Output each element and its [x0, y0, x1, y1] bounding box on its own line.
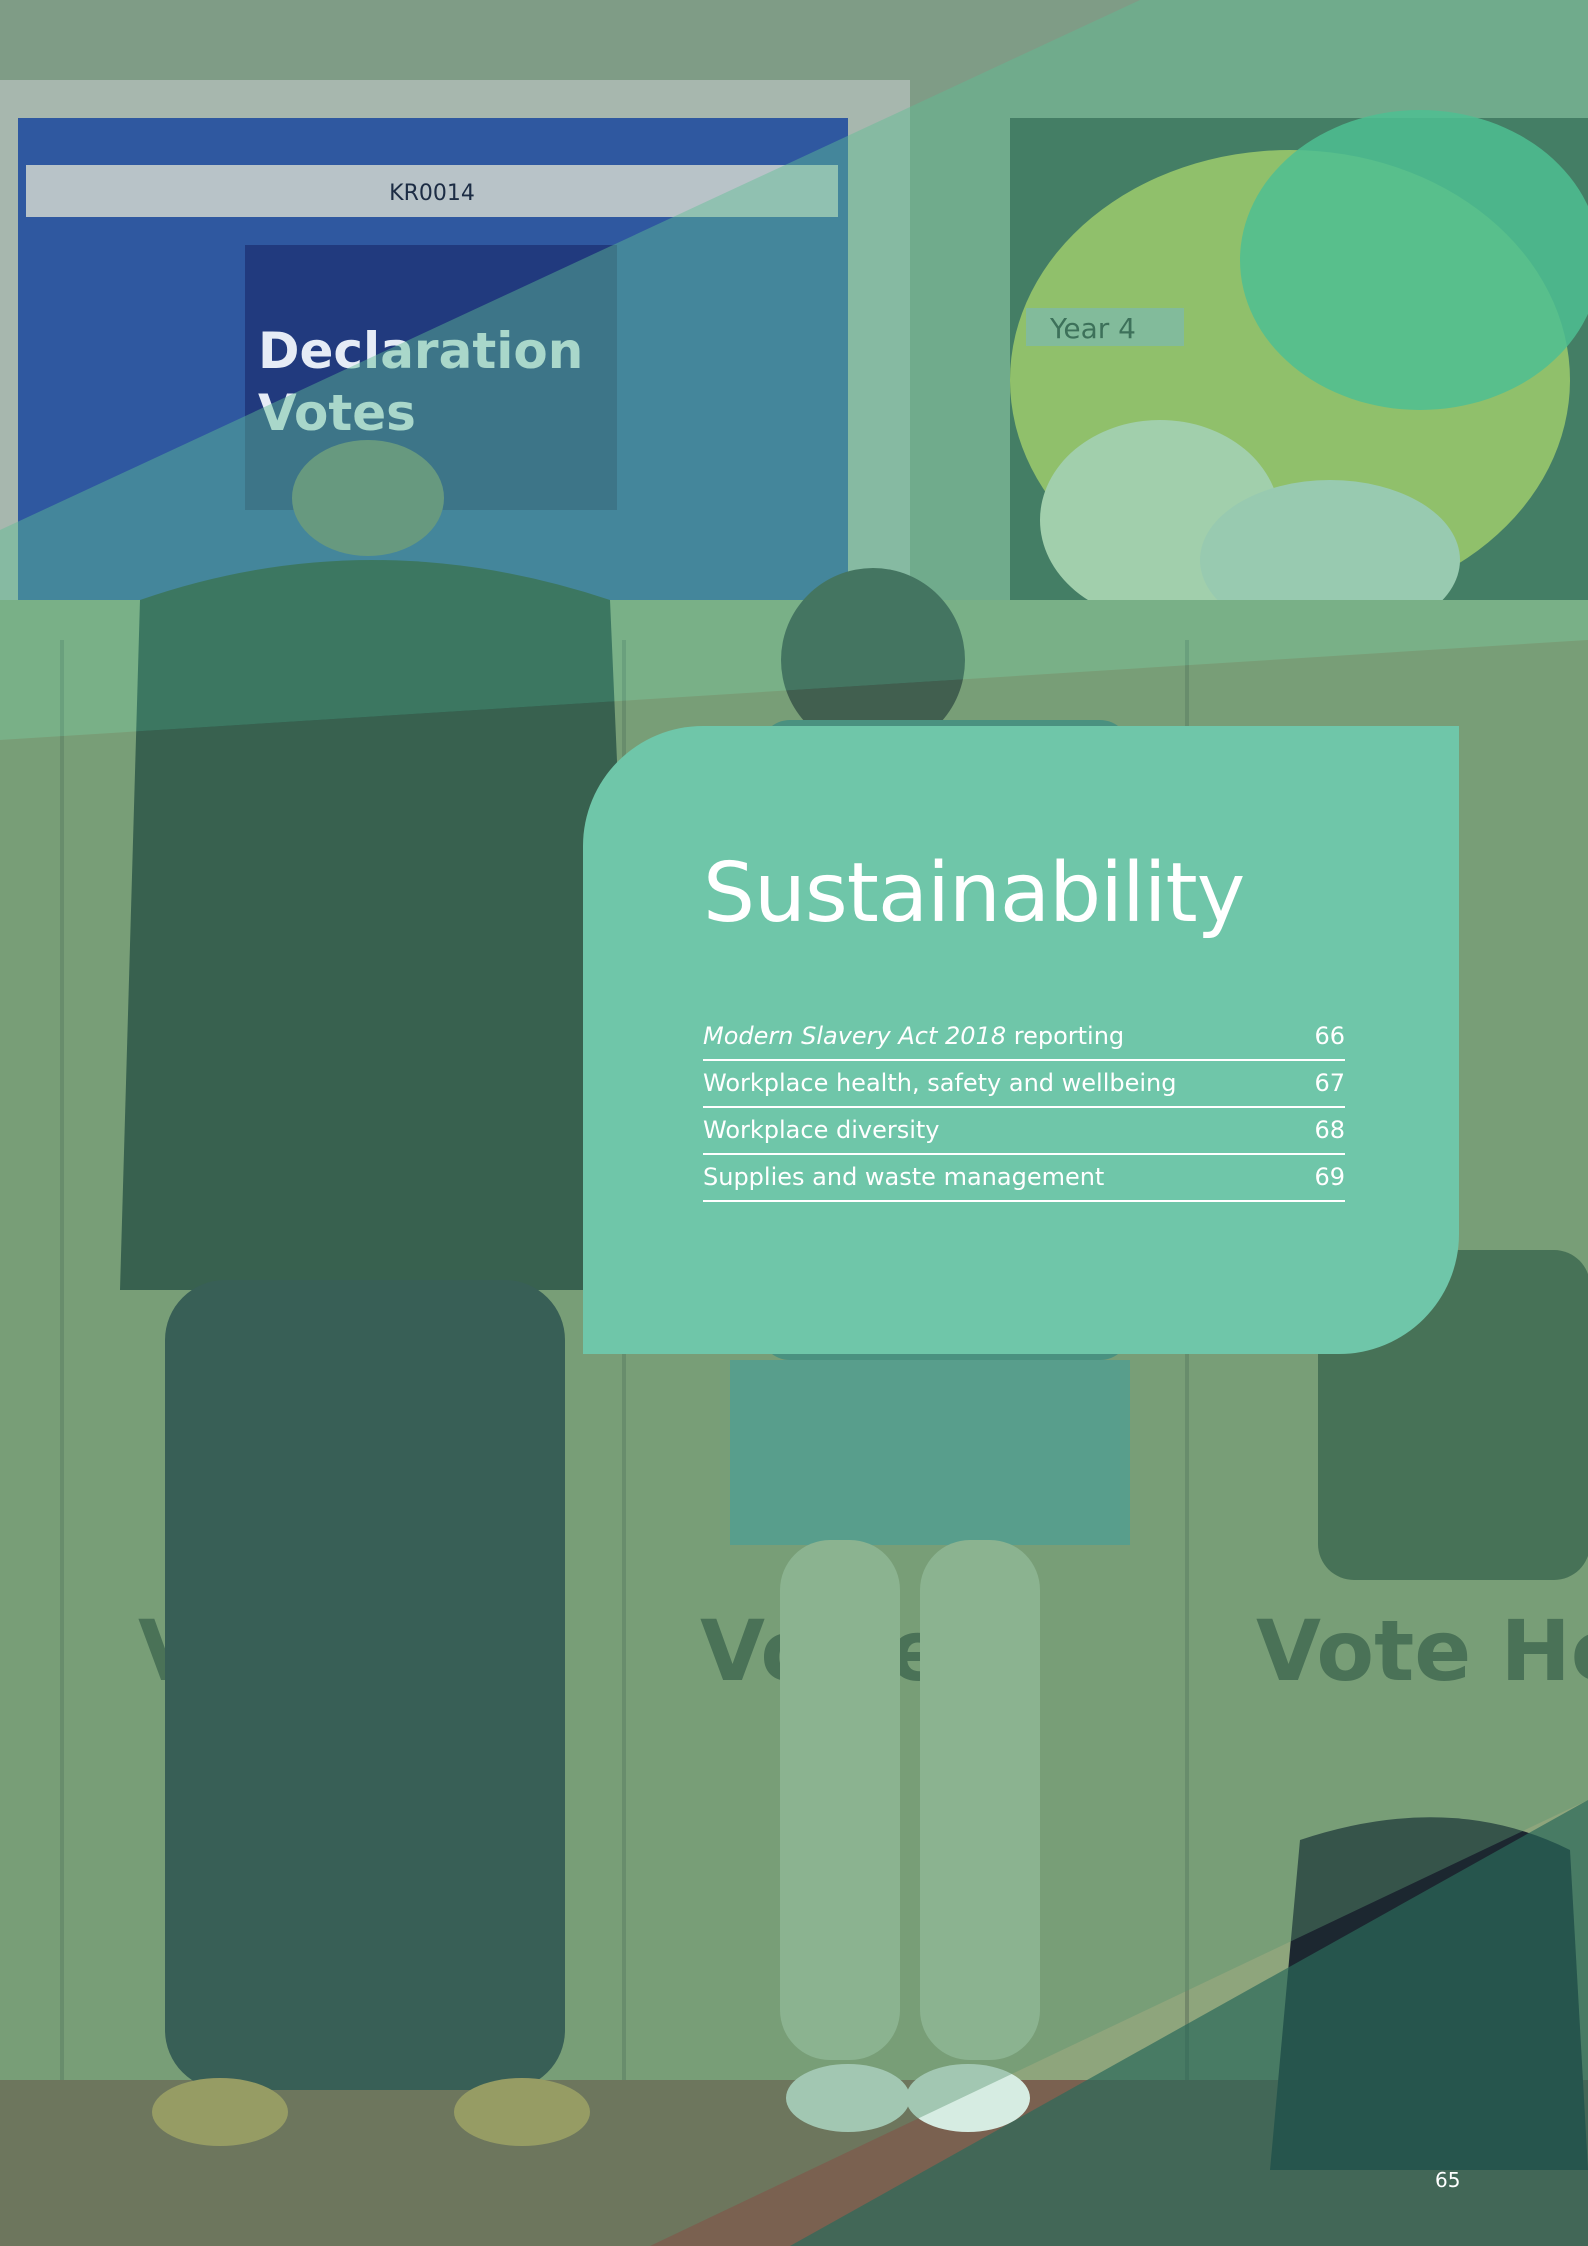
section-panel: Sustainability Modern Slavery Act 2018 r… [583, 726, 1459, 1354]
toc-item-page: 68 [1314, 1116, 1345, 1144]
toc-item-page: 66 [1314, 1022, 1345, 1050]
brochure-page: KR0014 Declaration Votes Year 4 Vo Vo re… [0, 0, 1588, 2246]
toc-item-label: Workplace health, safety and wellbeing [703, 1069, 1177, 1097]
toc-item-page: 69 [1314, 1163, 1345, 1191]
table-of-contents: Modern Slavery Act 2018 reporting 66 Wor… [703, 1014, 1345, 1202]
page-number: 65 [1435, 2168, 1461, 2192]
toc-item-label: Modern Slavery Act 2018 reporting [703, 1022, 1125, 1050]
toc-item-label: Workplace diversity [703, 1116, 940, 1144]
toc-item-label: Supplies and waste management [703, 1163, 1105, 1191]
door-label: KR0014 [389, 181, 475, 206]
toc-item-page: 67 [1314, 1069, 1345, 1097]
toc-item[interactable]: Supplies and waste management 69 [703, 1155, 1345, 1202]
toc-item[interactable]: Modern Slavery Act 2018 reporting 66 [703, 1014, 1345, 1061]
toc-item[interactable]: Workplace diversity 68 [703, 1108, 1345, 1155]
section-title: Sustainability [703, 846, 1245, 941]
toc-item[interactable]: Workplace health, safety and wellbeing 6… [703, 1061, 1345, 1108]
